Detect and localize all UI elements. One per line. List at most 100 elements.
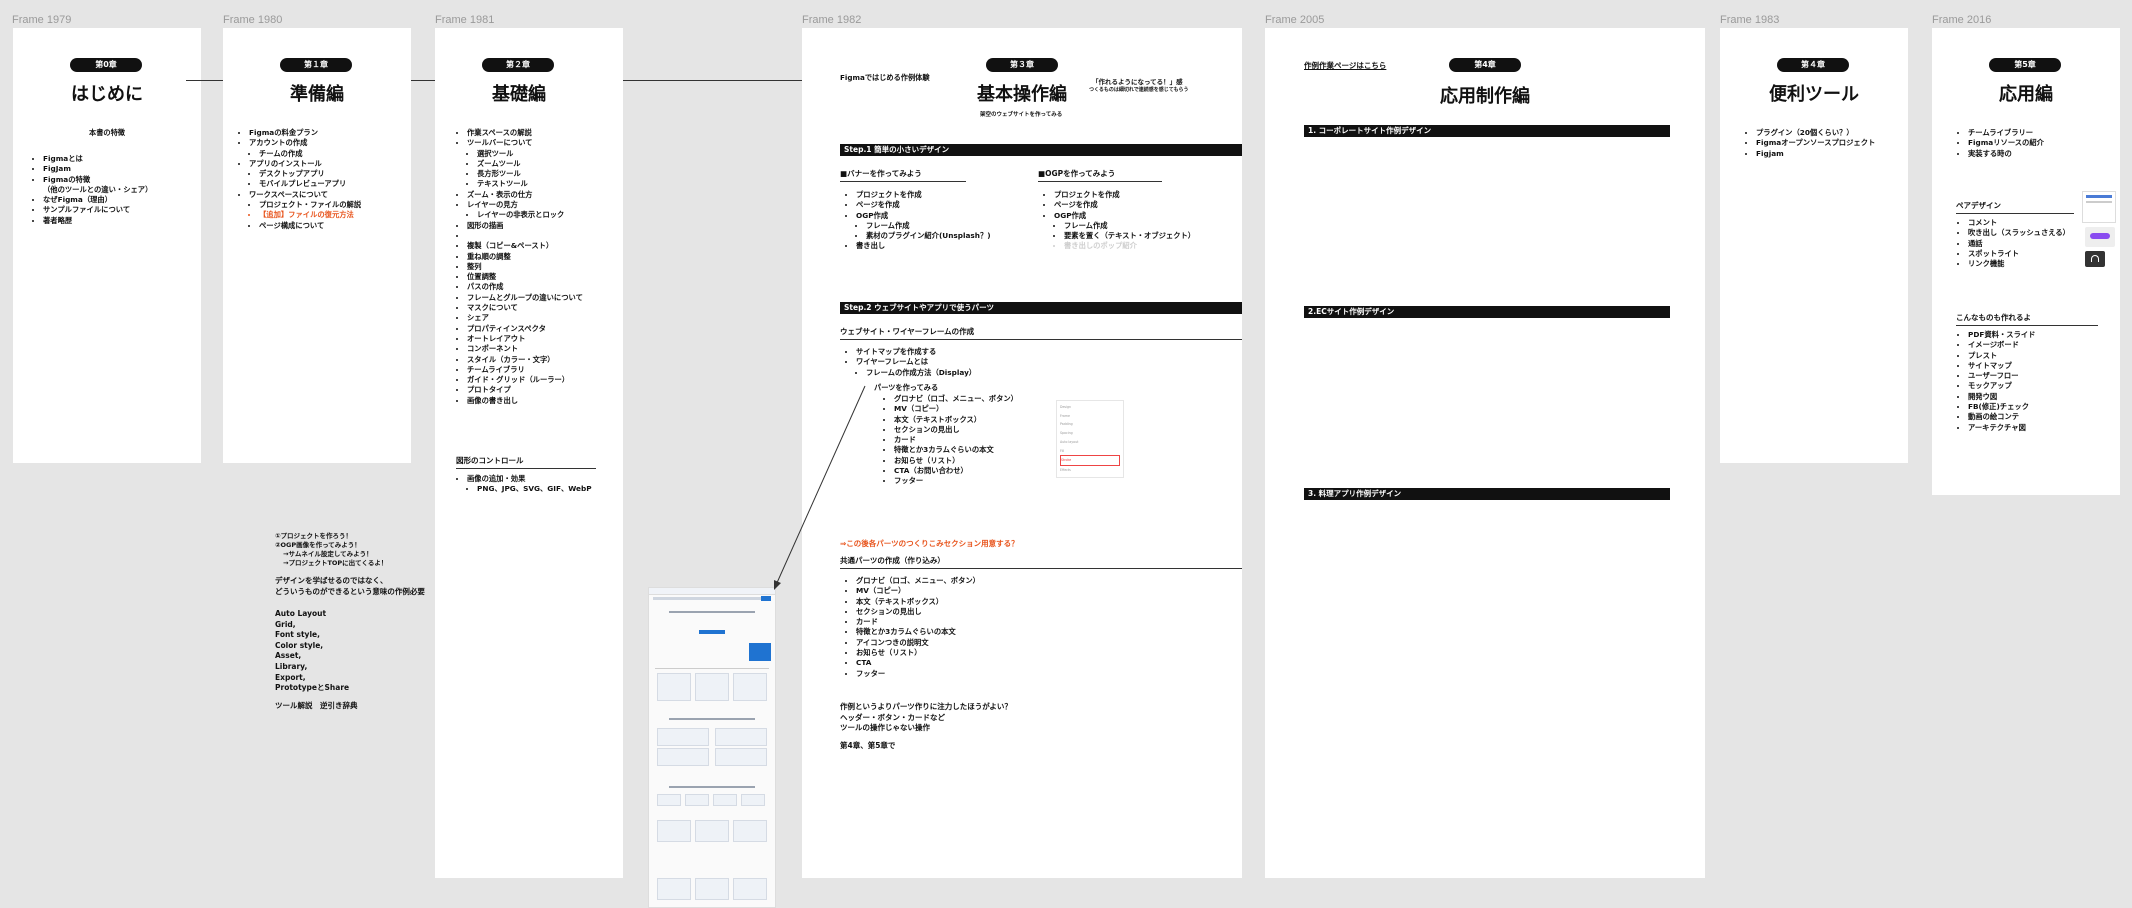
list-item: FigJam bbox=[43, 164, 152, 174]
list-item: サイトマップ bbox=[1968, 361, 2035, 371]
list-item: お知らせ（リスト） bbox=[856, 648, 980, 658]
section-heading: 図形のコントロール bbox=[456, 455, 596, 469]
list-item: ズームツール bbox=[477, 159, 583, 169]
list-item: プロパティインスペクタ bbox=[467, 324, 583, 334]
list-item: モックアップ bbox=[1968, 381, 2035, 391]
inspector-panel-screenshot[interactable]: Design Frame Padding Spacing Auto layout… bbox=[1056, 400, 1124, 478]
topic-list: 画像の追加・効果 PNG、JPG、SVG、GIF、WebP bbox=[457, 474, 592, 495]
topic-list: チームライブラリー Figmaリソースの紹介 実装する時の bbox=[1958, 128, 2044, 159]
frame-label-2016[interactable]: Frame 2016 bbox=[1932, 14, 1991, 26]
speech-bubble-screenshot[interactable] bbox=[2085, 227, 2115, 247]
list-item: フッター bbox=[856, 669, 980, 679]
frame-caption: Figmaではじめる作例体験 bbox=[840, 73, 930, 82]
step2-header: Step.2 ウェブサイトやアプリで使うパーツ bbox=[840, 302, 1242, 314]
list-item: カード bbox=[856, 617, 980, 627]
sticky-note[interactable]: デザインを学ばせるのではなく、 どういうものができるという意味の作例必要 bbox=[275, 576, 425, 597]
chapter-badge: 第4章 bbox=[1449, 58, 1521, 72]
list-item: FB(修正)チェック bbox=[1968, 402, 2035, 412]
list-item: 実装する時の bbox=[1968, 149, 2044, 159]
list-item: プラグイン（20個くらい？） bbox=[1756, 128, 1875, 138]
list-item: Figmaリソースの紹介 bbox=[1968, 138, 2044, 148]
section-bar-ec: 2.ECサイト作例デザイン bbox=[1304, 306, 1670, 318]
list-item: 画像の追加・効果 bbox=[467, 474, 592, 484]
list-item: 重ね順の調整 bbox=[467, 252, 583, 262]
list-item: OGP作成 bbox=[1054, 211, 1195, 221]
frame-label-2005[interactable]: Frame 2005 bbox=[1265, 14, 1324, 26]
sticky-note[interactable]: ①プロジェクトを作ろう！ ②OGP画像を作ってみよう！ →サムネイル設定してみよ… bbox=[275, 532, 387, 568]
note-line: ツールの操作じゃない操作 bbox=[840, 723, 930, 732]
tools-note[interactable]: ツール解説 逆引き辞典 bbox=[275, 700, 358, 711]
list-item: 作業スペースの解説 bbox=[467, 128, 583, 138]
chapter-badge: 第２章 bbox=[482, 58, 554, 72]
list-item: 開発ウ図 bbox=[1968, 392, 2035, 402]
chapter-title: はじめに bbox=[71, 84, 143, 105]
panel-row: Fill bbox=[1060, 448, 1065, 453]
topic-list: プラグイン（20個くらい？） Figmaオープンソースプロジェクト Figjam bbox=[1746, 128, 1875, 159]
list-item: Figjam bbox=[1756, 149, 1875, 159]
parts-list: グロナビ（ロゴ、メニュー、ボタン） MV（コピー） 本文（テキストボックス） セ… bbox=[884, 394, 1018, 487]
list-item: CTA（お問い合わせ） bbox=[894, 466, 1018, 476]
list-item: MV（コピー） bbox=[856, 586, 980, 596]
chapter-title: 基本操作編 bbox=[977, 84, 1067, 105]
list-item: スポットライト bbox=[1968, 249, 2070, 259]
list-item: MV（コピー） bbox=[894, 404, 1018, 414]
connector-arrow bbox=[590, 77, 821, 83]
note-line: Auto Layout bbox=[275, 609, 327, 618]
work-page-link[interactable]: 作例作業ページはこちら bbox=[1304, 60, 1386, 71]
feature-note[interactable]: Auto Layout Grid, Font style, Color styl… bbox=[275, 609, 349, 694]
frame-label-1980[interactable]: Frame 1980 bbox=[223, 14, 282, 26]
note-line: Grid, bbox=[275, 619, 296, 629]
list-item: プロジェクトを作成 bbox=[1054, 190, 1195, 200]
ogp-task-list: プロジェクトを作成 ページを作成 OGP作成 フレーム作成 要素を置く（テキスト… bbox=[1044, 190, 1195, 252]
frame-1983[interactable]: 第４章 便利ツール プラグイン（20個くらい？） Figmaオープンソースプロジ… bbox=[1720, 28, 1908, 463]
section-bar-recipe-app: 3. 料理アプリ作例デザイン bbox=[1304, 488, 1670, 500]
possibilities-heading: こんなものも作れるよ bbox=[1956, 312, 2098, 326]
note-line: ②OGP画像を作ってみよう！ bbox=[275, 541, 361, 549]
section-bar-corporate: 1. コーポレートサイト作例デザイン bbox=[1304, 125, 1670, 137]
frame-1980[interactable]: 第１章 準備編 Figmaの料金プラン アカウントの作成 チームの作成 アプリの… bbox=[223, 28, 411, 463]
list-item: 素材のプラグイン紹介(Unsplash？) bbox=[866, 231, 991, 241]
list-item: プロジェクト・ファイルの解説 bbox=[259, 200, 361, 210]
list-item: ワークスペースについて bbox=[249, 190, 361, 200]
list-item: イメージボード bbox=[1968, 340, 2035, 350]
list-item: リンク機能 bbox=[1968, 259, 2070, 269]
list-item: プロジェクトを作成 bbox=[856, 190, 991, 200]
list-item: ツールバーについて bbox=[467, 138, 583, 148]
list-item: グロナビ（ロゴ、メニュー、ボタン） bbox=[894, 394, 1018, 404]
frame-2005[interactable]: 作例作業ページはこちら 第4章 応用制作編 1. コーポレートサイト作例デザイン… bbox=[1265, 28, 1705, 878]
tagline-sub: つくるものは細切れで連続感を感じてもらう bbox=[1089, 87, 1189, 93]
frame-label-1979[interactable]: Frame 1979 bbox=[12, 14, 71, 26]
list-item bbox=[467, 231, 583, 241]
frame-1979[interactable]: 第0章 はじめに 本書の特徴 Figmaとは FigJam Figmaの特徴 （… bbox=[13, 28, 201, 463]
panel-row-highlight: Stroke bbox=[1060, 455, 1120, 466]
list-item: PNG、JPG、SVG、GIF、WebP bbox=[477, 484, 592, 494]
list-item: ページを作成 bbox=[1054, 200, 1195, 210]
list-item: チームの作成 bbox=[259, 149, 361, 159]
list-item-highlight: 【追加】ファイルの復元方法 bbox=[259, 210, 361, 220]
frame-label-1981[interactable]: Frame 1981 bbox=[435, 14, 494, 26]
list-item: Figmaの特徴 bbox=[43, 175, 152, 185]
parts-heading: パーツを作ってみる bbox=[874, 383, 939, 392]
panel-row: Design bbox=[1060, 405, 1072, 409]
list-item: 位置調整 bbox=[467, 272, 583, 282]
headphone-icon[interactable] bbox=[2085, 251, 2105, 267]
list-item: アカウントの作成 bbox=[249, 138, 361, 148]
list-item: 複製（コピー&ペースト） bbox=[467, 241, 583, 251]
frame-1981[interactable]: 第２章 基礎編 作業スペースの解説 ツールバーについて 選択ツール ズームツール… bbox=[435, 28, 623, 878]
list-item: フレームとグループの違いについて bbox=[467, 293, 583, 303]
frame-label-1982[interactable]: Frame 1982 bbox=[802, 14, 861, 26]
list-item: 動画の絵コンテ bbox=[1968, 412, 2035, 422]
note-line: PrototypeとShare bbox=[275, 683, 350, 693]
list-item: Figmaオープンソースプロジェクト bbox=[1756, 138, 1875, 148]
list-item: コメント bbox=[1968, 218, 2070, 228]
diagonal-connector-arrow bbox=[774, 385, 866, 590]
list-item: PDF資料・スライド bbox=[1968, 330, 2035, 340]
list-item: スタイル（カラー・文字） bbox=[467, 355, 583, 365]
comment-screenshot[interactable] bbox=[2082, 191, 2116, 223]
frame-2016[interactable]: 第5章 応用編 チームライブラリー Figmaリソースの紹介 実装する時の ペア… bbox=[1932, 28, 2120, 495]
tagline: 「作れるようになってる！」感 bbox=[1092, 78, 1183, 86]
website-wireframe-thumbnail[interactable] bbox=[648, 587, 776, 908]
list-item: アーキテクチャ図 bbox=[1968, 423, 2035, 433]
frame-label-1983[interactable]: Frame 1983 bbox=[1720, 14, 1779, 26]
panel-row: Padding bbox=[1060, 422, 1073, 427]
